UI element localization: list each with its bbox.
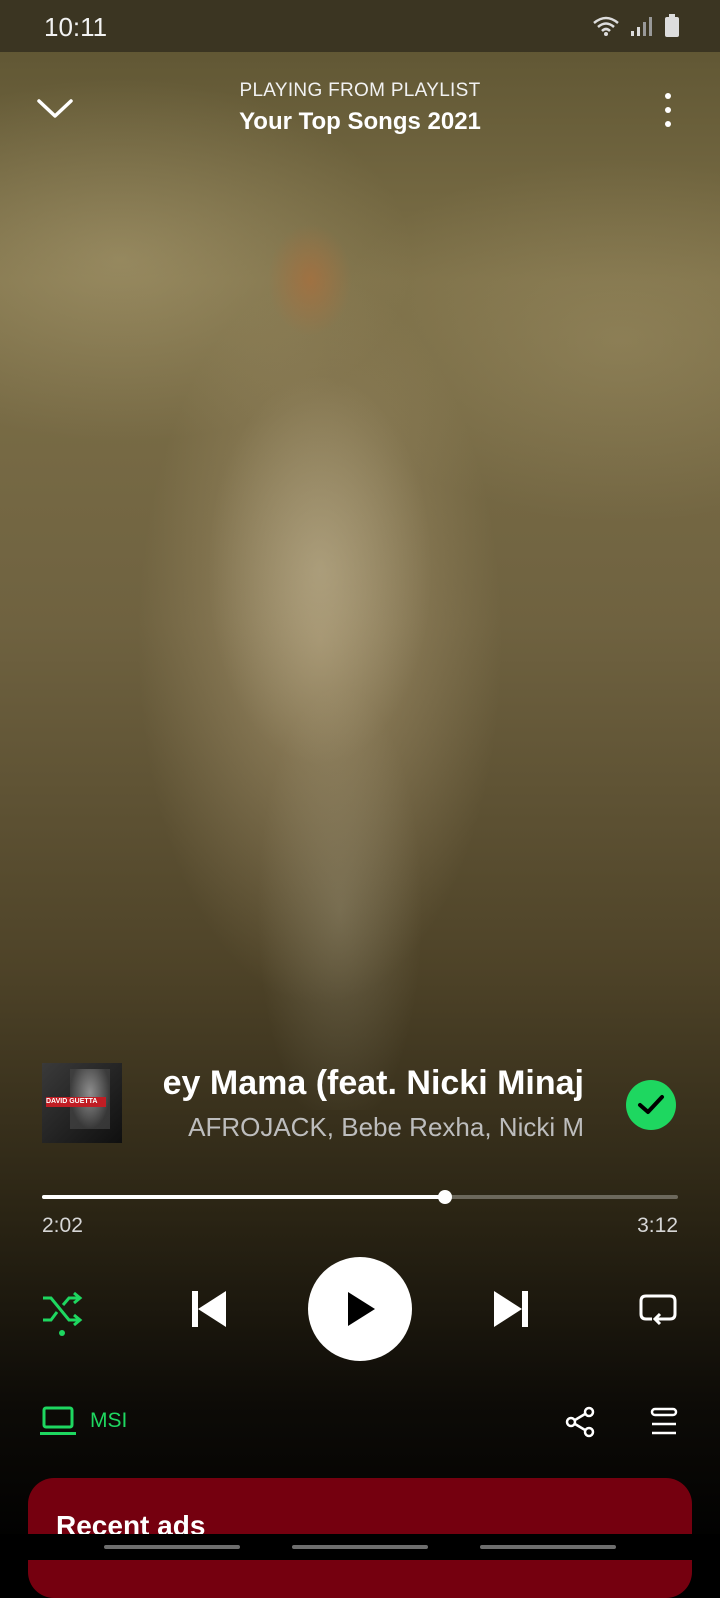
album-cover[interactable]: DAVID GUETTA (42, 1063, 122, 1143)
status-bar: 10:11 (0, 0, 720, 52)
check-icon (638, 1095, 664, 1114)
player-footer: MSI (0, 1400, 720, 1444)
play-button[interactable] (308, 1257, 412, 1361)
nav-back[interactable] (480, 1545, 616, 1549)
device-name: MSI (90, 1409, 128, 1432)
repeat-icon (639, 1294, 677, 1326)
background-figure (120, 210, 520, 1110)
player-header: PLAYING FROM PLAYLIST Your Top Songs 202… (0, 60, 720, 160)
skip-previous-icon (192, 1291, 226, 1327)
previous-button[interactable] (186, 1287, 230, 1331)
track-title: ey Mama (feat. Nicki Minaj (162, 1064, 584, 1102)
more-vertical-icon[interactable] (656, 90, 680, 130)
progress-bar[interactable] (42, 1182, 678, 1212)
nav-recents[interactable] (104, 1545, 240, 1549)
shuffle-active-dot (59, 1330, 65, 1336)
track-titles[interactable]: ey Mama (feat. Nicki Minaj AFROJACK, Beb… (132, 1060, 584, 1150)
progress-fill (42, 1195, 446, 1199)
signal-icon (631, 17, 652, 36)
system-nav-bar (0, 1534, 720, 1560)
shuffle-button[interactable] (40, 1287, 84, 1331)
liked-button[interactable] (626, 1080, 676, 1130)
play-icon (348, 1292, 375, 1326)
status-icons (592, 14, 680, 38)
repeat-button[interactable] (636, 1287, 680, 1331)
track-artists: AFROJACK, Bebe Rexha, Nicki M (188, 1112, 584, 1142)
playing-from-label: PLAYING FROM PLAYLIST (239, 80, 481, 101)
share-icon[interactable] (562, 1404, 598, 1440)
wifi-icon (593, 16, 619, 36)
queue-icon[interactable] (646, 1404, 682, 1440)
battery-icon (665, 14, 679, 37)
elapsed-time: 2:02 (42, 1214, 83, 1237)
skip-next-icon (494, 1291, 528, 1327)
playback-controls (0, 1255, 720, 1365)
nav-home[interactable] (292, 1545, 428, 1549)
cover-logo: DAVID GUETTA (46, 1097, 106, 1107)
next-button[interactable] (490, 1287, 534, 1331)
progress-handle[interactable] (438, 1190, 453, 1204)
device-picker[interactable]: MSI (40, 1406, 127, 1436)
laptop-icon (40, 1406, 76, 1435)
shuffle-icon (43, 1291, 83, 1327)
status-time: 10:11 (44, 12, 108, 42)
track-info-row: DAVID GUETTA ey Mama (feat. Nicki Minaj … (0, 1060, 720, 1150)
playlist-title[interactable]: Your Top Songs 2021 (0, 108, 720, 136)
total-time: 3:12 (637, 1214, 678, 1237)
